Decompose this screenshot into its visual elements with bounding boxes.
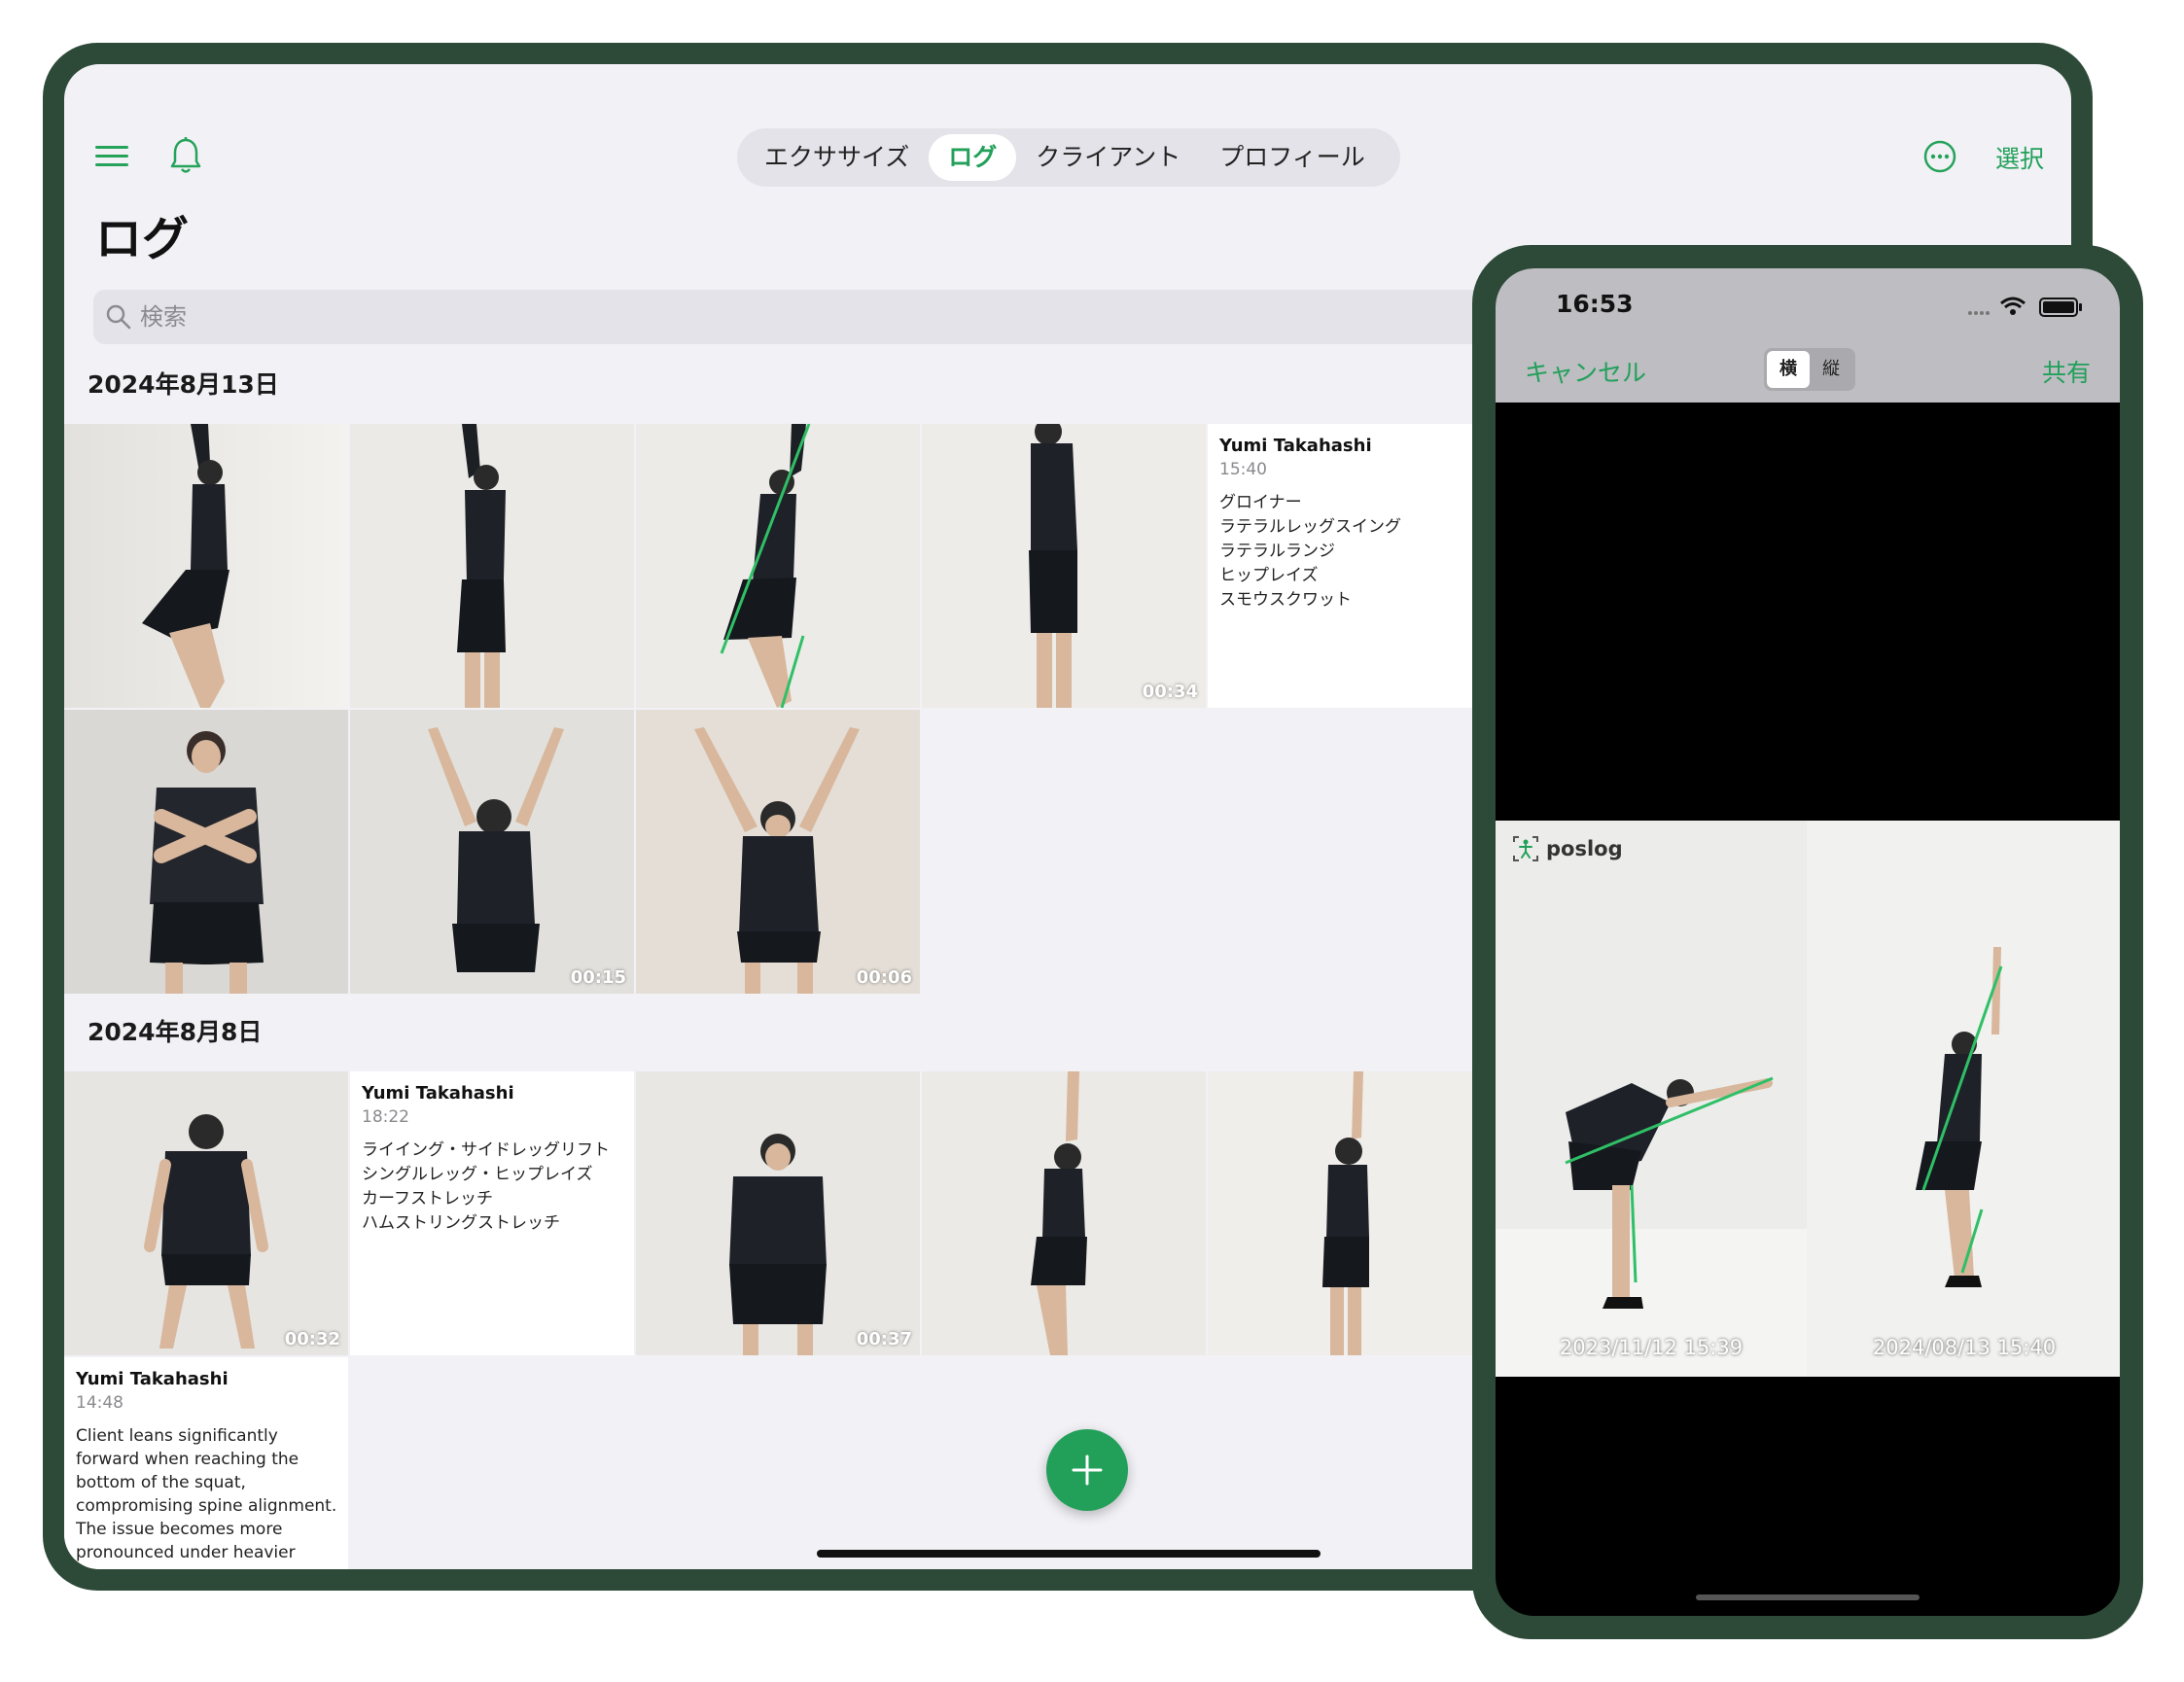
exercise-item: ライイング・サイドレッグリフト bbox=[362, 1140, 610, 1160]
date-header: 2024年8月8日 bbox=[88, 1018, 263, 1046]
orientation-vertical[interactable]: 縦 bbox=[1810, 351, 1852, 388]
plus-icon bbox=[1072, 1454, 1103, 1486]
home-indicator bbox=[1696, 1594, 1920, 1600]
select-button[interactable]: 選択 bbox=[1995, 140, 2044, 175]
exercise-item: ラテラルレッグスイング bbox=[1219, 517, 1401, 537]
page-title: ログ bbox=[95, 212, 190, 266]
session-note[interactable]: Yumi Takahashi 18:22 ライイング・サイドレッグリフト シング… bbox=[350, 1071, 634, 1355]
video-thumbnail[interactable] bbox=[1208, 1071, 1492, 1355]
phone-header: 16:53 キャンセル 横 縦 共有 bbox=[1496, 268, 2120, 403]
video-thumbnail[interactable]: 00:32 bbox=[64, 1071, 348, 1355]
exercise-item: グロイナー bbox=[1219, 493, 1302, 512]
exercise-item: ヒップレイズ bbox=[1219, 566, 1319, 585]
tab-client[interactable]: クライアント bbox=[1016, 134, 1200, 181]
video-thumbnail[interactable] bbox=[636, 424, 920, 708]
date-header: 2024年8月13日 bbox=[88, 370, 279, 399]
poslog-icon bbox=[1513, 836, 1538, 861]
exercise-item: カーフストレッチ bbox=[362, 1189, 493, 1209]
tab-exercise[interactable]: エクササイズ bbox=[745, 134, 929, 181]
exercise-item: ラテラルランジ bbox=[1219, 542, 1335, 561]
phone-device: 16:53 キャンセル 横 縦 共有 poslog 2023/11/12 15:… bbox=[1472, 245, 2143, 1639]
session-note[interactable]: Yumi Takahashi 14:48 Client leans signif… bbox=[64, 1357, 348, 1569]
status-clock: 16:53 bbox=[1556, 290, 1634, 318]
video-duration: 00:15 bbox=[570, 967, 626, 988]
orientation-toggle: 横 縦 bbox=[1764, 348, 1855, 391]
session-comment: Client leans significantly forward when … bbox=[76, 1426, 337, 1562]
video-duration: 00:32 bbox=[284, 1329, 340, 1349]
session-time: 15:40 bbox=[1219, 460, 1267, 479]
video-duration: 00:37 bbox=[856, 1329, 912, 1349]
bell-icon[interactable] bbox=[169, 136, 202, 175]
video-thumbnail[interactable]: 00:34 bbox=[922, 424, 1206, 708]
video-thumbnail[interactable]: 00:37 bbox=[636, 1071, 920, 1355]
search-input[interactable] bbox=[140, 290, 1501, 344]
search-bar bbox=[93, 290, 1552, 344]
client-name: Yumi Takahashi bbox=[1219, 436, 1372, 456]
poslog-logo: poslog bbox=[1511, 834, 1623, 863]
video-thumbnail[interactable] bbox=[64, 424, 348, 708]
tab-profile[interactable]: プロフィール bbox=[1200, 134, 1385, 181]
session-time: 18:22 bbox=[362, 1107, 409, 1127]
comparison-date: 2023/11/12 15:39 bbox=[1559, 1336, 1744, 1359]
comparison-left[interactable]: 2023/11/12 15:39 bbox=[1496, 821, 1807, 1377]
video-thumbnail[interactable]: 00:06 bbox=[636, 710, 920, 994]
cancel-button[interactable]: キャンセル bbox=[1525, 354, 1646, 389]
exercise-item: スモウスクワット bbox=[1219, 590, 1352, 610]
status-icons bbox=[1968, 297, 2082, 317]
orientation-horizontal[interactable]: 横 bbox=[1767, 351, 1810, 388]
session-time: 14:48 bbox=[76, 1393, 123, 1413]
video-duration: 00:34 bbox=[1142, 682, 1198, 702]
exercise-item: シングルレッグ・ヒップレイズ bbox=[362, 1165, 593, 1184]
exercise-item: ハムストリングストレッチ bbox=[362, 1213, 560, 1233]
search-icon bbox=[106, 304, 131, 330]
brand-name: poslog bbox=[1546, 837, 1623, 860]
video-thumbnail[interactable]: 00:15 bbox=[350, 710, 634, 994]
video-thumbnail[interactable] bbox=[350, 424, 634, 708]
video-duration: 00:06 bbox=[856, 967, 912, 988]
video-thumbnail[interactable] bbox=[922, 1071, 1206, 1355]
client-name: Yumi Takahashi bbox=[76, 1369, 229, 1389]
share-button[interactable]: 共有 bbox=[2042, 354, 2091, 389]
comparison-view: poslog 2023/11/12 15:39 2024/08/13 15:40 bbox=[1496, 821, 2120, 1377]
client-name: Yumi Takahashi bbox=[362, 1083, 514, 1104]
menu-icon[interactable] bbox=[95, 146, 128, 167]
top-bar: エクササイズ ログ クライアント プロフィール 選択 bbox=[64, 64, 2071, 191]
more-options-icon[interactable] bbox=[1923, 140, 1956, 173]
comparison-date: 2024/08/13 15:40 bbox=[1872, 1336, 2057, 1359]
comparison-right[interactable]: 2024/08/13 15:40 bbox=[1809, 821, 2120, 1377]
main-tabs: エクササイズ ログ クライアント プロフィール bbox=[737, 128, 1400, 187]
video-thumbnail[interactable] bbox=[64, 710, 348, 994]
session-note[interactable]: Yumi Takahashi 15:40 グロイナー ラテラルレッグスイング ラ… bbox=[1208, 424, 1492, 708]
home-indicator bbox=[817, 1550, 1321, 1558]
phone-screen: 16:53 キャンセル 横 縦 共有 poslog 2023/11/12 15:… bbox=[1496, 268, 2120, 1616]
add-button[interactable] bbox=[1046, 1429, 1128, 1511]
tab-log[interactable]: ログ bbox=[929, 134, 1017, 181]
